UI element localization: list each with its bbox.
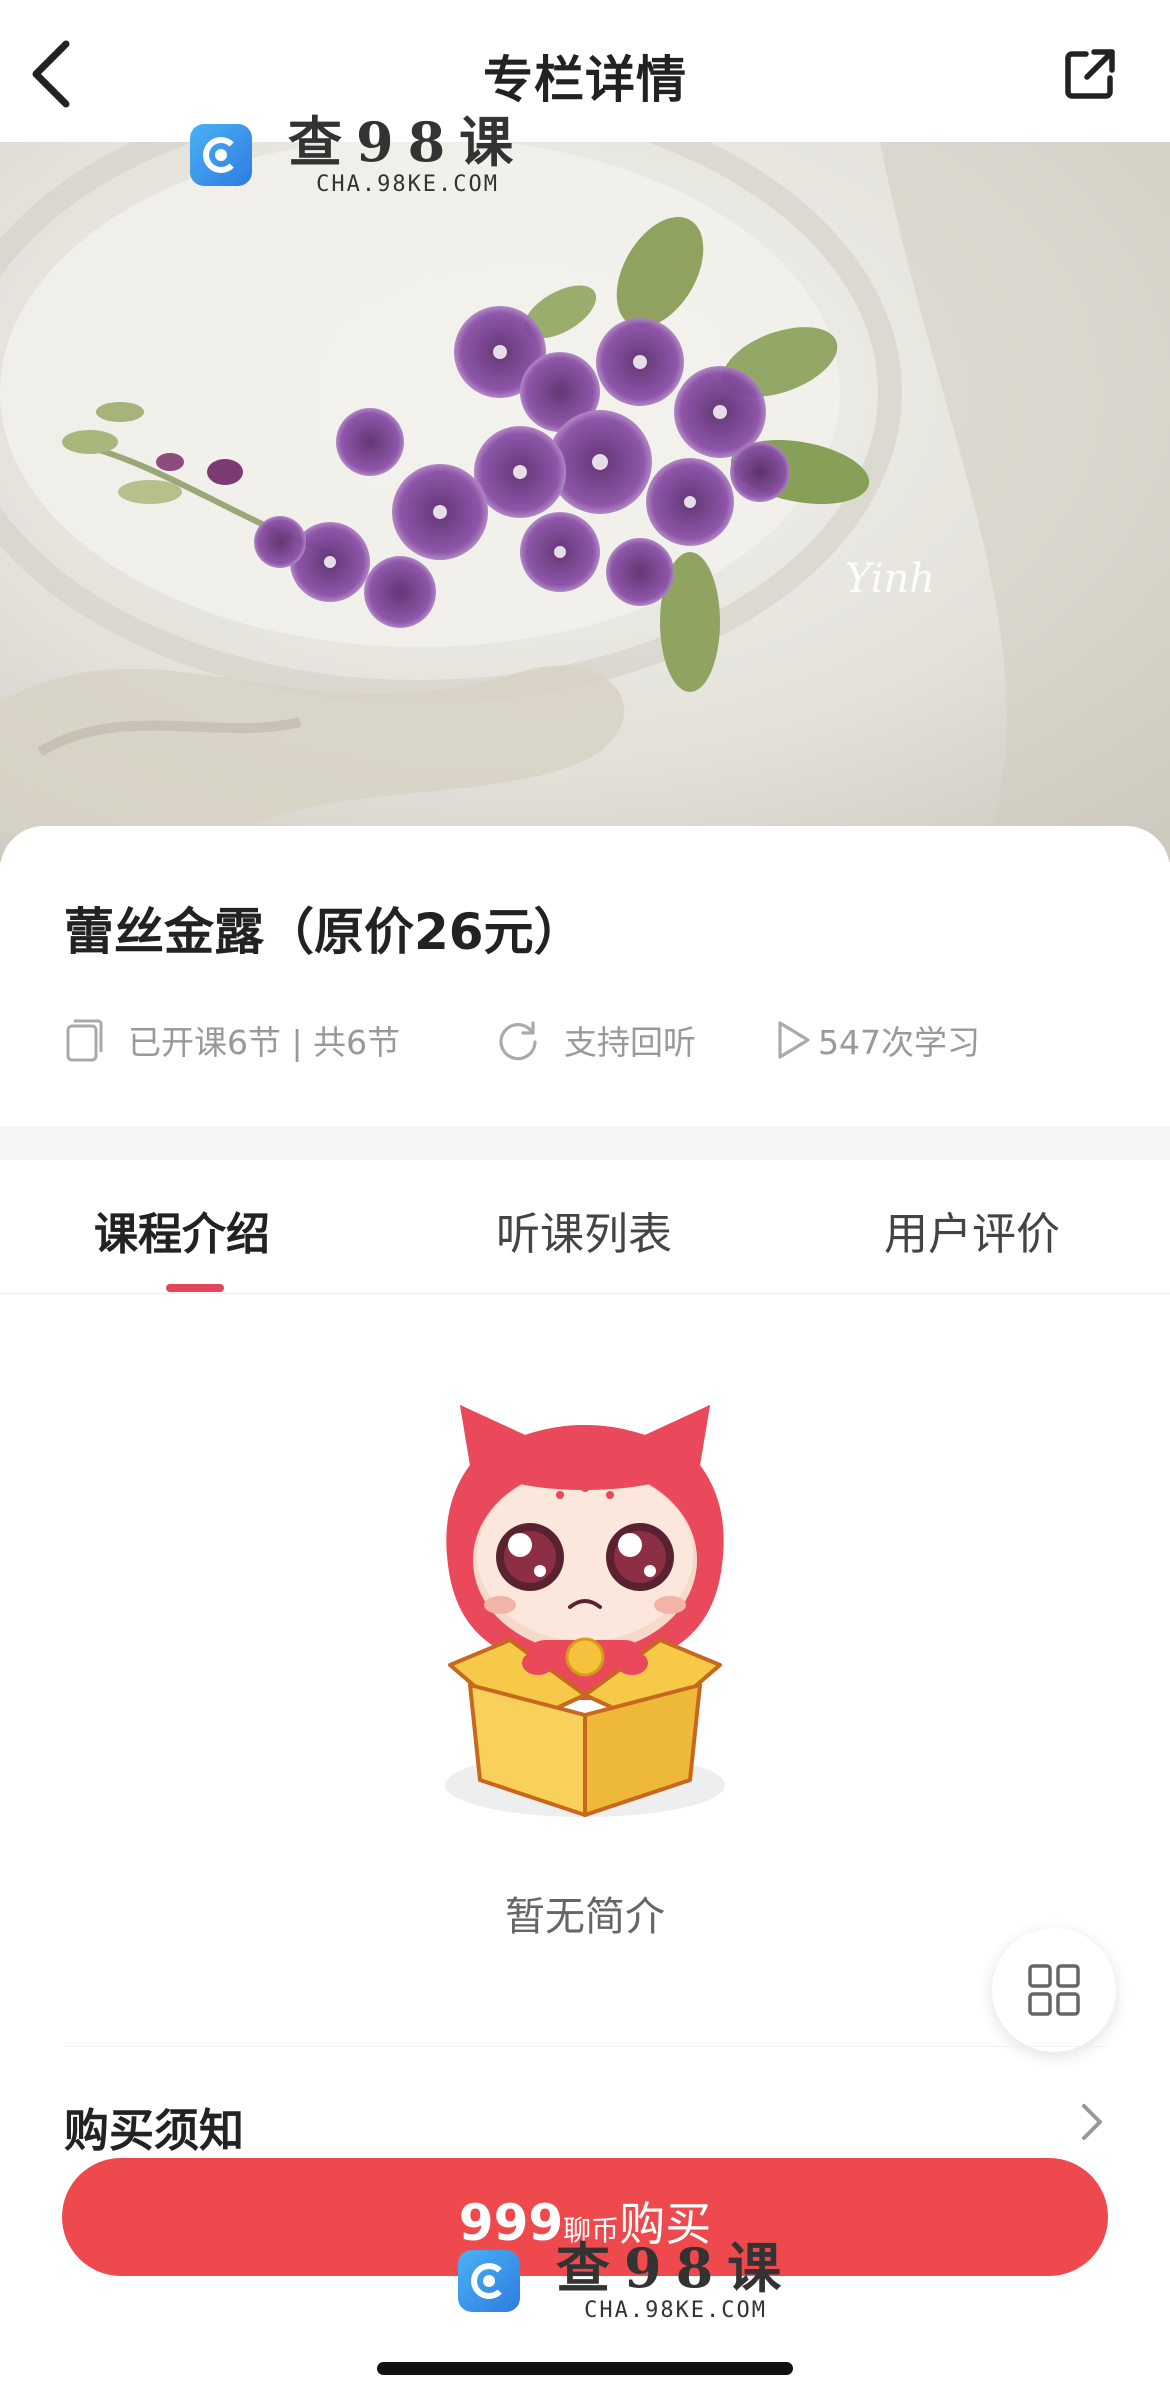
chevron-right-icon	[1082, 2104, 1102, 2140]
empty-state-text: 暂无简介	[505, 1894, 665, 1940]
watermark-top: 查98课 CHA.98KE.COM	[190, 112, 527, 198]
course-detail-page: 专栏详情 Yinh 查98课 CHA.98KE.COM 蕾丝金露（原价26元） …	[0, 0, 1170, 2400]
learners-meta: 547次学习	[774, 1016, 980, 1064]
watermark-cn: 查98课	[288, 110, 528, 174]
empty-mascot-illustration	[445, 1405, 725, 1817]
top-navbar: 专栏详情	[0, 0, 1170, 142]
share-external-icon	[1065, 49, 1115, 99]
replay-meta: 支持回听	[496, 1016, 696, 1064]
hero-image: Yinh	[0, 142, 1170, 862]
tab-bar: 课程介绍 听课列表 用户评价	[0, 1160, 1170, 1294]
tab-reviews[interactable]: 用户评价	[884, 1198, 1060, 1262]
watermark-cn: 查98课	[556, 2236, 796, 2300]
purchase-notice-title: 购买须知	[64, 2104, 245, 2157]
learners-text: 547次学习	[818, 1023, 980, 1062]
replay-icon	[499, 1021, 537, 1061]
lessons-meta: 已开课6节 | 共6节	[64, 1016, 400, 1064]
document-icon	[66, 1019, 103, 1062]
watermark-en: CHA.98KE.COM	[584, 2298, 768, 2323]
tab-active-indicator	[166, 1284, 224, 1292]
tab-lesson-list[interactable]: 听课列表	[496, 1198, 672, 1262]
page-title: 专栏详情	[483, 51, 687, 109]
watermark-bottom: 查98课 CHA.98KE.COM	[458, 2238, 795, 2324]
notice-divider	[64, 2046, 1106, 2047]
section-divider	[0, 1126, 1170, 1160]
watermark-logo-icon	[458, 2250, 520, 2312]
share-button[interactable]	[1060, 44, 1120, 104]
home-indicator	[377, 2362, 793, 2375]
play-icon	[778, 1021, 810, 1059]
lessons-text: 已开课6节 | 共6节	[128, 1023, 401, 1062]
replay-text: 支持回听	[564, 1023, 696, 1062]
grid-icon	[1028, 1964, 1080, 2016]
course-info-card: 蕾丝金露（原价26元） 已开课6节 | 共6节 支持回听 547次学习	[0, 826, 1170, 1126]
purchase-notice-row[interactable]: 购买须知	[64, 2090, 1106, 2157]
watermark-en: CHA.98KE.COM	[316, 172, 500, 197]
course-title: 蕾丝金露（原价26元）	[64, 903, 584, 961]
hero-signature: Yinh	[845, 556, 935, 602]
tab-intro[interactable]: 课程介绍	[94, 1198, 270, 1262]
floating-menu-button[interactable]	[992, 1928, 1116, 2052]
watermark-logo-icon	[190, 124, 252, 186]
